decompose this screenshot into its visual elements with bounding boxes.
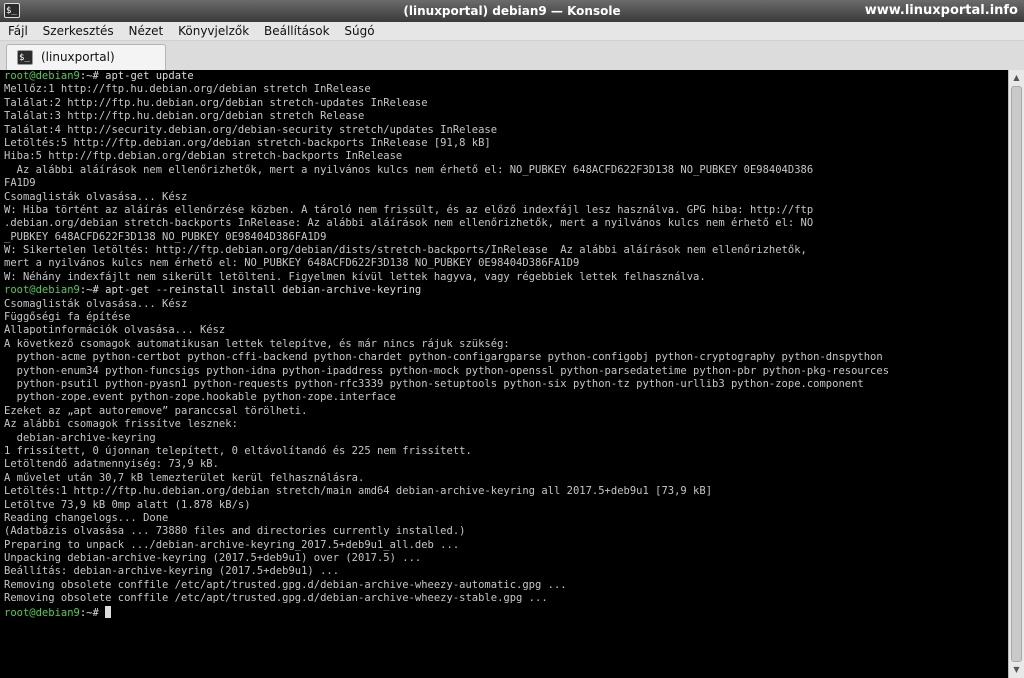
output-line: python-zope.event python-zope.hookable p… — [4, 391, 396, 404]
prompt-line: root@debian9:~# — [4, 605, 1008, 619]
output-line: Unpacking debian-archive-keyring (2017.5… — [4, 552, 422, 565]
output-line: Az alábbi aláírások nem ellenőrizhetők, … — [4, 163, 814, 176]
menu-view[interactable]: Nézet — [129, 24, 164, 38]
output-line: Letöltés:1 http://ftp.hu.debian.org/debi… — [4, 485, 713, 498]
menu-file[interactable]: Fájl — [8, 24, 28, 38]
output-line: 1 frissített, 0 újonnan telepített, 0 el… — [4, 444, 472, 457]
prompt-user-host: root@debian9 — [4, 284, 80, 297]
prompt-suffix: :~# — [79, 284, 106, 297]
output-line: debian-archive-keyring — [4, 431, 156, 444]
output-line: python-enum34 python-funcsigs python-idn… — [4, 364, 890, 377]
menu-bookmarks[interactable]: Könyvjelzők — [178, 24, 249, 38]
output-line: Letöltve 73,9 kB 0mp alatt (1.878 kB/s) — [4, 498, 251, 511]
scrollbar[interactable]: ▲ ▼ — [1008, 70, 1024, 678]
output-line: A következő csomagok automatikusan lette… — [4, 337, 510, 350]
output-line: Removing obsolete conffile /etc/apt/trus… — [4, 578, 567, 591]
output-line: W: Hiba történt az aláírás ellenőrzése k… — [4, 203, 814, 216]
output-line: Találat:3 http://ftp.hu.debian.org/debia… — [4, 110, 365, 123]
output-line: Ezeket az „apt autoremove” paranccsal tö… — [4, 404, 308, 417]
output-line: Hiba:5 http://ftp.debian.org/debian stre… — [4, 150, 403, 163]
output-line: Letöltés:5 http://ftp.debian.org/debian … — [4, 136, 491, 149]
konsole-window: $_ (linuxportal) debian9 — Konsole www.l… — [0, 0, 1024, 678]
output-line: Állapotinformációk olvasása... Kész — [4, 324, 226, 337]
menu-bar: Fájl Szerkesztés Nézet Könyvjelzők Beáll… — [0, 22, 1024, 41]
output-line: FA1D9 — [4, 177, 36, 190]
menu-edit[interactable]: Szerkesztés — [43, 24, 114, 38]
output-line: python-acme python-certbot python-cffi-b… — [4, 351, 883, 364]
menu-settings[interactable]: Beállítások — [264, 24, 330, 38]
scroll-thumb[interactable] — [1011, 86, 1022, 662]
title-bar[interactable]: $_ (linuxportal) debian9 — Konsole www.l… — [0, 0, 1024, 22]
prompt-user-host: root@debian9 — [4, 606, 80, 619]
menu-help[interactable]: Súgó — [344, 24, 374, 38]
output-line: Preparing to unpack .../debian-archive-k… — [4, 538, 460, 551]
terminal-icon: $_ — [17, 50, 33, 65]
tab-bar: $_ (linuxportal) debian9 — [0, 41, 1024, 88]
scroll-up-icon[interactable]: ▲ — [1009, 71, 1024, 85]
output-line: Reading changelogs... Done — [4, 511, 169, 524]
output-line: Letöltendő adatmennyiség: 73,9 kB. — [4, 458, 219, 471]
watermark: www.linuxportal.info — [864, 3, 1018, 18]
output-line: python-psutil python-pyasn1 python-reque… — [4, 377, 864, 390]
output-line: Mellőz:1 http://ftp.hu.debian.org/debian… — [4, 83, 371, 96]
output-line: A művelet után 30,7 kB lemezterület kerü… — [4, 471, 365, 484]
command-text: apt-get --reinstall install debian-archi… — [105, 284, 422, 297]
prompt-line: root@debian9:~# apt-get update — [4, 70, 1008, 83]
output-line: Találat:4 http://security.debian.org/deb… — [4, 123, 498, 136]
output-line: Függőségi fa építése — [4, 311, 131, 324]
output-line: W: Néhány indexfájlt nem sikerült letölt… — [4, 270, 706, 283]
output-line: _PUBKEY 648ACFD622F3D138 NO_PUBKEY 0E984… — [4, 230, 327, 243]
output-line: .debian.org/debian stretch-backports InR… — [4, 217, 814, 230]
text-cursor — [105, 605, 112, 618]
scroll-down-icon[interactable]: ▼ — [1009, 663, 1024, 677]
output-line: Csomaglisták olvasása... Kész — [4, 190, 188, 203]
output-line: Beállítás: debian-archive-keyring (2017.… — [4, 565, 340, 578]
output-line: mert a nyilvános kulcs nem érhető el: NO… — [4, 257, 580, 270]
terminal-output[interactable]: root@debian9:~# apt-get update Mellőz:1 h… — [0, 70, 1008, 678]
output-line: Removing obsolete conffile /etc/apt/trus… — [4, 592, 548, 605]
output-line: Csomaglisták olvasása... Kész — [4, 297, 188, 310]
output-line: Az alábbi csomagok frissítve lesznek: — [4, 418, 238, 431]
output-line: (Adatbázis olvasása ... 73880 files and … — [4, 525, 466, 538]
prompt-suffix: :~# — [79, 606, 106, 619]
prompt-suffix: :~# — [79, 70, 106, 82]
output-line: W: Sikertelen letöltés: http://ftp.debia… — [4, 244, 807, 257]
tab-session[interactable]: $_ (linuxportal) debian9 — [6, 44, 166, 88]
prompt-line: root@debian9:~# apt-get --reinstall inst… — [4, 284, 1008, 297]
output-line: Találat:2 http://ftp.hu.debian.org/debia… — [4, 96, 428, 109]
command-text: apt-get update — [105, 70, 194, 82]
prompt-user-host: root@debian9 — [4, 70, 80, 82]
